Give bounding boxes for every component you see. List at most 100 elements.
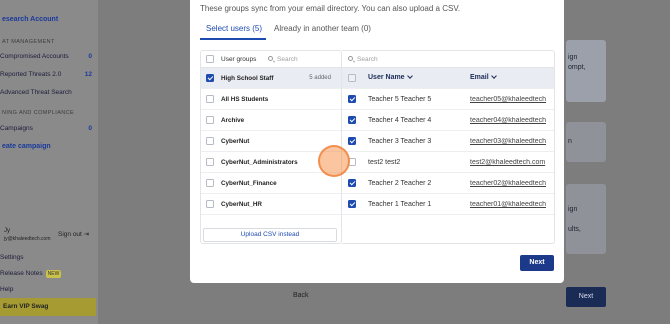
sidebar-item-reported-threats[interactable]: Reported Threats 2.0 12	[0, 71, 96, 78]
users-search-bar: Search	[342, 51, 554, 68]
user-email-link[interactable]: test2@khaleedtech.com	[470, 159, 546, 166]
groups-pane: User groups Search High School Staff 5 a…	[200, 50, 342, 244]
tab-select-users[interactable]: Select users (5)	[206, 24, 262, 33]
background-text: ign	[568, 54, 578, 61]
tab-already-in-team[interactable]: Already in another team (0)	[274, 24, 371, 33]
sidebar-settings[interactable]: Settings	[0, 254, 24, 261]
user-checkbox[interactable]	[348, 137, 356, 145]
user-name: Teacher 2 Teacher 2	[368, 180, 432, 187]
user-email-link[interactable]: teacher05@khaleedtech.com	[470, 96, 546, 103]
user-email-link[interactable]: teacher04@khaleedtech.com	[470, 117, 546, 124]
user-email-link[interactable]: teacher02@khaleedtech.com	[470, 180, 546, 187]
earn-swag-banner[interactable]: Earn VIP Swag	[0, 298, 96, 316]
select-all-groups-checkbox[interactable]	[206, 55, 214, 63]
sidebar-item-label: Campaigns	[0, 125, 33, 132]
user-row[interactable]: Teacher 5 Teacher 5 teacher05@khaleedtec…	[342, 89, 554, 110]
group-name: High School Staff	[221, 75, 274, 82]
sidebar-section-training: NING AND COMPLIANCE	[2, 110, 75, 116]
count-badge: 12	[84, 71, 92, 78]
user-email-link[interactable]: teacher01@khaleedtech.com	[470, 201, 546, 208]
sidebar-create-campaign[interactable]: eate campaign	[2, 143, 51, 150]
group-name: Archive	[221, 117, 245, 124]
sign-out-icon: ⇥	[83, 231, 90, 238]
sidebar-item-compromised[interactable]: Compromised Accounts 0	[0, 53, 96, 60]
group-name: CyberNut_HR	[221, 201, 262, 208]
sidebar-create-account[interactable]: esearch Account	[2, 16, 58, 23]
background-text: ompt,	[568, 64, 586, 71]
added-count: 5 added	[309, 75, 331, 81]
user-email: jy@khaleedtech.com	[4, 236, 51, 242]
click-indicator	[318, 145, 350, 177]
group-checkbox[interactable]	[206, 200, 214, 208]
background-text: ults,	[568, 226, 581, 233]
users-pane: Search User Name Email Teacher 5 Teacher…	[342, 50, 555, 244]
group-checkbox[interactable]	[206, 95, 214, 103]
group-name: CyberNut_Administrators	[221, 159, 298, 166]
sidebar-release-notes[interactable]: Release Notes NEW	[0, 270, 62, 278]
group-checkbox[interactable]	[206, 158, 214, 166]
sign-out-button[interactable]: Sign out ⇥	[58, 230, 89, 238]
sidebar-help[interactable]: Help	[0, 286, 13, 293]
sidebar-item-campaigns[interactable]: Campaigns 0	[0, 125, 96, 132]
count-badge: 0	[88, 53, 92, 60]
user-name: test2 test2	[368, 159, 401, 166]
user-name: Teacher 3 Teacher 3	[368, 138, 432, 145]
user-name: Teacher 5 Teacher 5	[368, 96, 432, 103]
group-row[interactable]: CyberNut_HR	[201, 194, 341, 215]
sidebar: esearch Account AT MANAGEMENT Compromise…	[0, 0, 98, 324]
user-checkbox[interactable]	[348, 95, 356, 103]
groups-search-input[interactable]: Search	[277, 56, 298, 63]
background-card: ign ompt,	[566, 40, 606, 102]
user-row[interactable]: Teacher 1 Teacher 1 teacher01@khaleedtec…	[342, 194, 554, 215]
modal-subtitle: These groups sync from your email direct…	[200, 4, 461, 13]
background-next-button: Next	[566, 287, 606, 307]
background-text: ign	[568, 206, 578, 213]
search-icon	[348, 56, 353, 61]
sidebar-item-label: Reported Threats 2.0	[0, 71, 62, 78]
group-checkbox[interactable]	[206, 74, 214, 82]
background-text: n	[568, 138, 572, 145]
next-button[interactable]: Next	[520, 255, 554, 271]
user-email-link[interactable]: teacher03@khaleedtech.com	[470, 138, 546, 145]
user-row[interactable]: Teacher 3 Teacher 3 teacher03@khaleedtec…	[342, 131, 554, 152]
user-initials: Jy	[4, 228, 10, 234]
group-checkbox[interactable]	[206, 116, 214, 124]
group-name: CyberNut	[221, 138, 250, 145]
sign-out-label: Sign out	[58, 231, 82, 238]
user-row[interactable]: Teacher 4 Teacher 4 teacher04@khaleedtec…	[342, 110, 554, 131]
users-search-input[interactable]: Search	[357, 56, 378, 63]
group-checkbox[interactable]	[206, 179, 214, 187]
select-all-users-checkbox[interactable]	[348, 74, 356, 82]
active-tab-indicator	[200, 38, 266, 40]
sidebar-item-advanced-search[interactable]: Advanced Threat Search	[0, 89, 96, 96]
select-users-modal: These groups sync from your email direct…	[190, 0, 564, 283]
user-info: Jy jy@khaleedtech.com	[4, 227, 51, 243]
background-card: n	[566, 122, 606, 162]
search-icon	[268, 56, 273, 61]
column-header-email[interactable]: Email	[470, 73, 497, 81]
user-checkbox[interactable]	[348, 116, 356, 124]
background-card: ign ults,	[566, 184, 606, 254]
background-back-button: Back	[293, 292, 309, 299]
chevron-down-icon	[406, 73, 413, 79]
user-row[interactable]: test2 test2 test2@khaleedtech.com	[342, 152, 554, 173]
group-row[interactable]: High School Staff 5 added	[201, 68, 341, 89]
groups-header-label: User groups	[221, 56, 257, 63]
release-notes-label: Release Notes	[0, 270, 43, 277]
group-row[interactable]: CyberNut	[201, 131, 341, 152]
group-name: CyberNut_Finance	[221, 180, 277, 187]
column-header-label: User Name	[368, 74, 405, 81]
column-header-username[interactable]: User Name	[368, 73, 413, 81]
group-row[interactable]: All HS Students	[201, 89, 341, 110]
user-checkbox[interactable]	[348, 179, 356, 187]
upload-csv-button[interactable]: Upload CSV instead	[203, 228, 337, 242]
user-row[interactable]: Teacher 2 Teacher 2 teacher02@khaleedtec…	[342, 173, 554, 194]
group-name: All HS Students	[221, 96, 269, 103]
new-badge: NEW	[45, 270, 62, 278]
group-row[interactable]: CyberNut_Finance	[201, 173, 341, 194]
group-checkbox[interactable]	[206, 137, 214, 145]
user-checkbox[interactable]	[348, 200, 356, 208]
user-name: Teacher 1 Teacher 1	[368, 201, 432, 208]
group-row[interactable]: Archive	[201, 110, 341, 131]
count-badge: 0	[88, 125, 92, 132]
